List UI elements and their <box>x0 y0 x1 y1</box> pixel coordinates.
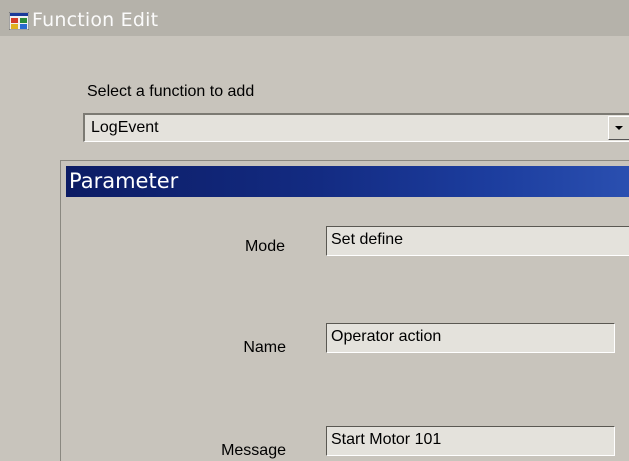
parameter-header: Parameter <box>66 166 629 197</box>
function-select-value: LogEvent <box>91 119 159 136</box>
message-field[interactable]: Start Motor 101 <box>326 426 615 456</box>
window-app-icon[interactable] <box>9 12 29 30</box>
parameter-group <box>60 160 629 461</box>
parameter-header-title: Parameter <box>69 169 179 193</box>
title-bar[interactable]: Function Edit <box>0 0 629 36</box>
mode-value: Set define <box>331 231 404 248</box>
dropdown-button[interactable] <box>608 116 629 140</box>
name-value: Operator action <box>331 328 442 345</box>
message-value: Start Motor 101 <box>331 431 442 448</box>
name-label: Name <box>243 339 286 356</box>
name-field[interactable]: Operator action <box>326 323 615 353</box>
chevron-down-icon <box>615 126 623 130</box>
mode-label: Mode <box>244 238 285 255</box>
message-label: Message <box>221 442 286 459</box>
mode-field[interactable]: Set define <box>326 226 629 256</box>
function-select-dropdown[interactable]: LogEvent <box>83 113 629 142</box>
window-title: Function Edit <box>32 9 159 31</box>
function-select-label: Select a function to add <box>87 83 255 100</box>
function-edit-window: Function Edit Select a function to add L… <box>0 0 629 461</box>
